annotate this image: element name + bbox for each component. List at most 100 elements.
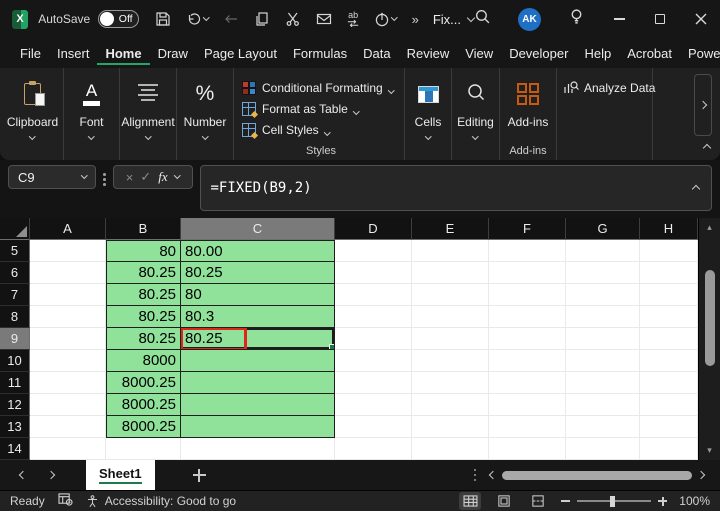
column-header-F[interactable]: F [489,218,566,240]
cut-icon[interactable] [283,9,303,29]
cell-B6[interactable]: 80.25 [106,262,181,284]
addins-button[interactable] [517,77,539,111]
column-header-C[interactable]: C [181,218,335,240]
touch-mode-dropdown-chevron-icon[interactable] [391,14,397,20]
cell-A13[interactable] [30,416,106,438]
cell-F9[interactable] [489,328,566,350]
cell-H10[interactable] [640,350,698,372]
alignment-group-button[interactable]: Alignment [120,68,177,160]
name-box-chevron-icon[interactable] [81,172,87,178]
qat-overflow-icon[interactable]: » [412,12,419,27]
undo-dropdown-chevron-icon[interactable] [203,14,209,20]
page-break-view-button[interactable] [527,492,549,510]
save-icon[interactable] [153,9,173,29]
scroll-down-icon[interactable]: ▾ [707,445,712,456]
cell-C6[interactable]: 80.25 [181,262,335,284]
font-group-button[interactable]: A Font [64,68,120,160]
ribbon-scroll-right-button[interactable] [694,74,712,136]
cell-C5[interactable]: 80.00 [181,240,335,262]
scroll-left-icon[interactable] [489,471,497,479]
row-header-5[interactable]: 5 [0,240,30,262]
cell-B10[interactable]: 8000 [106,350,181,372]
cancel-icon[interactable]: × [126,170,134,185]
cells-expand-chevron-icon[interactable] [425,133,431,139]
cell-A14[interactable] [30,438,106,460]
expand-formula-bar-icon[interactable] [692,185,700,193]
cell-G13[interactable] [566,416,640,438]
tab-page-layout[interactable]: Page Layout [196,41,285,65]
cell-A8[interactable] [30,306,106,328]
row-header-14[interactable]: 14 [0,438,30,460]
cell-G6[interactable] [566,262,640,284]
row-header-8[interactable]: 8 [0,306,30,328]
cell-F10[interactable] [489,350,566,372]
accessibility-status[interactable]: Accessibility: Good to go [86,494,236,508]
tab-help[interactable]: Help [576,41,619,65]
cell-H5[interactable] [640,240,698,262]
cell-B8[interactable]: 80.25 [106,306,181,328]
cell-E6[interactable] [412,262,489,284]
row-header-13[interactable]: 13 [0,416,30,438]
insert-function-icon[interactable]: fx [158,169,167,185]
cell-F5[interactable] [489,240,566,262]
cell-H8[interactable] [640,306,698,328]
collapse-ribbon-button[interactable] [704,138,712,156]
tab-developer[interactable]: Developer [501,41,576,65]
clipboard-expand-chevron-icon[interactable] [29,133,35,139]
insert-function-chevron-icon[interactable] [174,172,180,178]
tab-home[interactable]: Home [97,41,149,65]
cell-E7[interactable] [412,284,489,306]
cell-G9[interactable] [566,328,640,350]
add-sheet-button[interactable] [193,469,206,482]
format-as-table-button[interactable]: Format as Table [242,98,358,119]
cell-A6[interactable] [30,262,106,284]
column-header-B[interactable]: B [106,218,181,240]
cell-B12[interactable]: 8000.25 [106,394,181,416]
next-sheet-icon[interactable] [47,471,55,479]
cell-F8[interactable] [489,306,566,328]
cell-C14[interactable] [181,438,335,460]
cell-G12[interactable] [566,394,640,416]
email-icon[interactable] [314,9,334,29]
horizontal-scrollbar-thumb[interactable] [502,471,692,480]
analyze-data-button[interactable]: Analyze Data [563,80,655,96]
cell-D6[interactable] [335,262,412,284]
cell-G10[interactable] [566,350,640,372]
zoom-out-icon[interactable] [561,500,570,502]
row-header-6[interactable]: 6 [0,262,30,284]
cell-G5[interactable] [566,240,640,262]
cell-E14[interactable] [412,438,489,460]
enter-icon[interactable]: ✓ [140,169,151,185]
number-group-button[interactable]: % Number [177,68,234,160]
cell-F12[interactable] [489,394,566,416]
cell-E5[interactable] [412,240,489,262]
cell-A7[interactable] [30,284,106,306]
clipboard-group-button[interactable]: Clipboard [2,68,64,160]
cell-C8[interactable]: 80.3 [181,306,335,328]
cell-G8[interactable] [566,306,640,328]
cell-D13[interactable] [335,416,412,438]
column-header-H[interactable]: H [640,218,698,240]
sheet-tab-sheet1[interactable]: Sheet1 [86,460,155,490]
cell-H13[interactable] [640,416,698,438]
cell-A12[interactable] [30,394,106,416]
row-header-11[interactable]: 11 [0,372,30,394]
cell-F6[interactable] [489,262,566,284]
cells-group-button[interactable]: Cells [405,68,452,160]
column-header-D[interactable]: D [335,218,412,240]
row-header-7[interactable]: 7 [0,284,30,306]
cell-C7[interactable]: 80 [181,284,335,306]
scroll-up-icon[interactable]: ▴ [707,222,712,233]
tab-insert[interactable]: Insert [49,41,98,65]
scroll-right-icon[interactable] [697,471,705,479]
cell-D14[interactable] [335,438,412,460]
minimize-button[interactable] [612,12,626,26]
cell-A9[interactable] [30,328,106,350]
cell-D12[interactable] [335,394,412,416]
cell-E8[interactable] [412,306,489,328]
cell-F7[interactable] [489,284,566,306]
find-replace-icon[interactable]: ab [345,9,361,29]
zoom-slider[interactable] [577,500,651,502]
cell-D8[interactable] [335,306,412,328]
cell-B9[interactable]: 80.25 [106,328,181,350]
